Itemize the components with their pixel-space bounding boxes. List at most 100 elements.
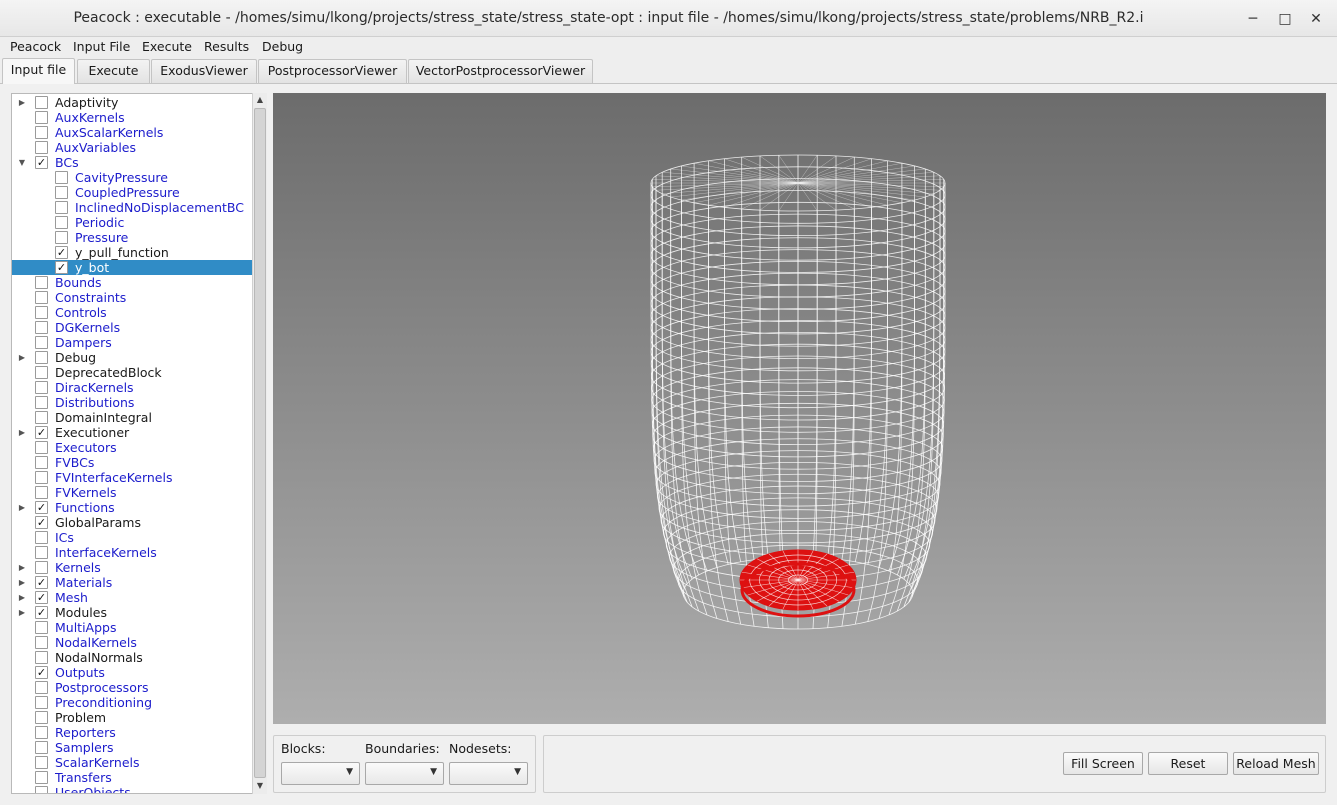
menu-debug[interactable]: Debug [262, 39, 303, 54]
collapse-arrow-icon[interactable]: ▶ [18, 500, 26, 515]
tab-input-file[interactable]: Input file [2, 58, 75, 84]
checkbox[interactable] [55, 216, 68, 229]
tree-item-deprecatedblock[interactable]: DeprecatedBlock [12, 365, 252, 380]
tab-exodus-viewer[interactable]: ExodusViewer [151, 59, 257, 83]
collapse-arrow-icon[interactable]: ▶ [18, 605, 26, 620]
collapse-arrow-icon[interactable]: ▶ [18, 350, 26, 365]
tree-item-mesh[interactable]: ▶ ✓ Mesh [12, 590, 252, 605]
checkbox[interactable] [35, 276, 48, 289]
blocks-select[interactable]: ▼ [281, 762, 360, 785]
tree-item-fvinterfacekernels[interactable]: FVInterfaceKernels [12, 470, 252, 485]
tree-scrollbar[interactable]: ▲ ▼ [252, 93, 267, 794]
checkbox[interactable] [35, 366, 48, 379]
checkbox[interactable] [35, 786, 48, 793]
checkbox[interactable] [35, 351, 48, 364]
tree-item-y-bot[interactable]: ✓ y_bot [12, 260, 252, 275]
tree-item-constraints[interactable]: Constraints [12, 290, 252, 305]
tree-item-auxvariables[interactable]: AuxVariables [12, 140, 252, 155]
checkbox[interactable] [35, 396, 48, 409]
tree-item-bounds[interactable]: Bounds [12, 275, 252, 290]
tree-item-executioner[interactable]: ▶ ✓ Executioner [12, 425, 252, 440]
checkbox[interactable] [35, 486, 48, 499]
checkbox[interactable] [35, 96, 48, 109]
checkbox[interactable] [35, 126, 48, 139]
checkbox[interactable] [35, 711, 48, 724]
minimize-icon[interactable]: ─ [1243, 9, 1263, 29]
tree-item-preconditioning[interactable]: Preconditioning [12, 695, 252, 710]
checkbox[interactable]: ✓ [35, 426, 48, 439]
checkbox[interactable] [35, 771, 48, 784]
scroll-up-icon[interactable]: ▲ [253, 93, 267, 107]
tree-item-inclinednodisplacementbc[interactable]: InclinedNoDisplacementBC [12, 200, 252, 215]
tree-item-kernels[interactable]: ▶ Kernels [12, 560, 252, 575]
collapse-arrow-icon[interactable]: ▶ [18, 575, 26, 590]
menu-peacock[interactable]: Peacock [10, 39, 61, 54]
checkbox[interactable] [35, 456, 48, 469]
tree-item-dgkernels[interactable]: DGKernels [12, 320, 252, 335]
menu-execute[interactable]: Execute [142, 39, 192, 54]
expand-arrow-icon[interactable]: ▼ [18, 155, 26, 170]
reload-mesh-button[interactable]: Reload Mesh [1233, 752, 1319, 775]
tree-item-fvkernels[interactable]: FVKernels [12, 485, 252, 500]
checkbox[interactable] [55, 186, 68, 199]
checkbox[interactable] [35, 381, 48, 394]
checkbox[interactable] [35, 756, 48, 769]
checkbox[interactable] [35, 336, 48, 349]
tree-item-bcs[interactable]: ▼ ✓ BCs [12, 155, 252, 170]
checkbox[interactable] [35, 636, 48, 649]
collapse-arrow-icon[interactable]: ▶ [18, 560, 26, 575]
collapse-arrow-icon[interactable]: ▶ [18, 590, 26, 605]
boundaries-select[interactable]: ▼ [365, 762, 444, 785]
tree-item-executors[interactable]: Executors [12, 440, 252, 455]
tree-item-problem[interactable]: Problem [12, 710, 252, 725]
tree-item-multiapps[interactable]: MultiApps [12, 620, 252, 635]
tree-item-dirackernels[interactable]: DiracKernels [12, 380, 252, 395]
checkbox[interactable] [35, 681, 48, 694]
checkbox[interactable] [35, 111, 48, 124]
tree-item-outputs[interactable]: ✓ Outputs [12, 665, 252, 680]
checkbox[interactable]: ✓ [35, 666, 48, 679]
tree-item-functions[interactable]: ▶ ✓ Functions [12, 500, 252, 515]
checkbox[interactable] [35, 696, 48, 709]
tree-item-materials[interactable]: ▶ ✓ Materials [12, 575, 252, 590]
tree-item-nodalkernels[interactable]: NodalKernels [12, 635, 252, 650]
tree-item-auxscalarkernels[interactable]: AuxScalarKernels [12, 125, 252, 140]
checkbox[interactable] [55, 231, 68, 244]
checkbox[interactable] [35, 306, 48, 319]
tree-item-dampers[interactable]: Dampers [12, 335, 252, 350]
reset-button[interactable]: Reset [1148, 752, 1228, 775]
checkbox[interactable]: ✓ [35, 591, 48, 604]
collapse-arrow-icon[interactable]: ▶ [18, 95, 26, 110]
tree-item-samplers[interactable]: Samplers [12, 740, 252, 755]
tree-item-auxkernels[interactable]: AuxKernels [12, 110, 252, 125]
checkbox[interactable] [35, 531, 48, 544]
tree-item-y-pull-function[interactable]: ✓ y_pull_function [12, 245, 252, 260]
tree-item-modules[interactable]: ▶ ✓ Modules [12, 605, 252, 620]
tab-vector-postprocessor-viewer[interactable]: VectorPostprocessorViewer [408, 59, 593, 83]
tree-item-interfacekernels[interactable]: InterfaceKernels [12, 545, 252, 560]
checkbox[interactable] [55, 171, 68, 184]
tree-item-fvbcs[interactable]: FVBCs [12, 455, 252, 470]
tree-item-globalparams[interactable]: ✓ GlobalParams [12, 515, 252, 530]
tree-item-pressure[interactable]: Pressure [12, 230, 252, 245]
tree-item-periodic[interactable]: Periodic [12, 215, 252, 230]
tree-item-controls[interactable]: Controls [12, 305, 252, 320]
checkbox[interactable]: ✓ [35, 156, 48, 169]
tree-item-nodalnormals[interactable]: NodalNormals [12, 650, 252, 665]
tree-item-reporters[interactable]: Reporters [12, 725, 252, 740]
collapse-arrow-icon[interactable]: ▶ [18, 425, 26, 440]
checkbox[interactable]: ✓ [35, 576, 48, 589]
maximize-icon[interactable]: □ [1275, 9, 1295, 29]
checkbox[interactable] [35, 141, 48, 154]
tree-item-userobjects[interactable]: UserObjects [12, 785, 252, 793]
tree-item-scalarkernels[interactable]: ScalarKernels [12, 755, 252, 770]
tree-item-transfers[interactable]: Transfers [12, 770, 252, 785]
checkbox[interactable] [35, 561, 48, 574]
tree-item-postprocessors[interactable]: Postprocessors [12, 680, 252, 695]
checkbox[interactable] [35, 651, 48, 664]
checkbox[interactable]: ✓ [55, 246, 68, 259]
checkbox[interactable] [35, 726, 48, 739]
checkbox[interactable] [35, 741, 48, 754]
mesh-viewer[interactable] [273, 93, 1326, 724]
menu-results[interactable]: Results [204, 39, 249, 54]
